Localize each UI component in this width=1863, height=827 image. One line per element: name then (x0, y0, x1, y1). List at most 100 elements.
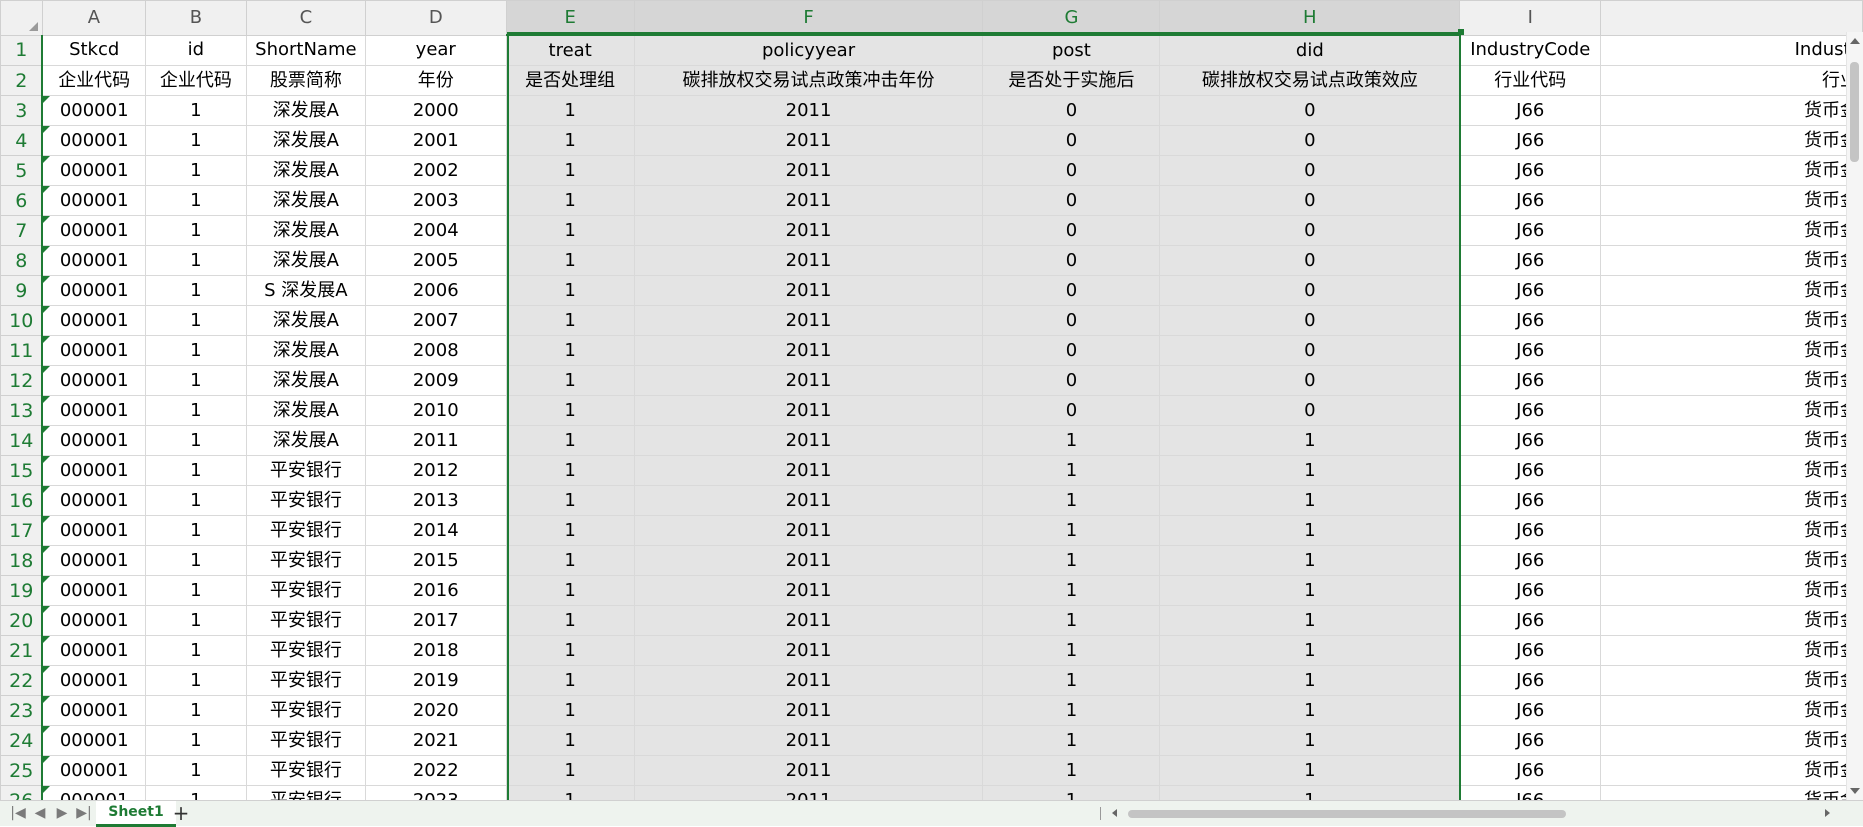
cell-c[interactable]: 深发展A (245, 335, 366, 366)
cell-d[interactable]: 2015 (364, 545, 507, 576)
cell-g[interactable]: 1 (982, 485, 1161, 516)
scroll-right-icon[interactable] (1825, 809, 1830, 817)
cell-a[interactable]: Stkcd (41, 34, 146, 66)
prev-sheet-icon[interactable]: ◀ (30, 801, 50, 826)
cell-d[interactable]: year (364, 34, 507, 66)
cell-a[interactable]: 000001 (41, 755, 146, 786)
cell-h[interactable]: 0 (1159, 395, 1461, 426)
cell-j[interactable]: 货币金 (1600, 275, 1863, 306)
cell-c[interactable]: 深发展A (245, 95, 366, 126)
cell-d[interactable]: 2003 (364, 185, 507, 216)
vertical-scroll-thumb[interactable] (1850, 62, 1859, 162)
cell-g[interactable]: 0 (982, 275, 1161, 306)
cell-g[interactable]: 0 (982, 95, 1161, 126)
scroll-down-icon[interactable] (1850, 788, 1860, 794)
cell-d[interactable]: 2011 (364, 425, 507, 456)
cell-j[interactable]: 货币金 (1600, 785, 1863, 800)
cell-c[interactable]: 深发展A (245, 155, 366, 186)
cell-c[interactable]: 平安银行 (245, 575, 366, 606)
cell-f[interactable]: 2011 (633, 755, 984, 786)
cell-e[interactable]: 1 (505, 185, 635, 216)
cell-g[interactable]: 0 (982, 305, 1161, 336)
cell-j[interactable]: 货币金 (1600, 455, 1863, 486)
cell-c[interactable]: 平安银行 (245, 635, 366, 666)
cell-f[interactable]: 2011 (633, 575, 984, 606)
cell-h[interactable]: 1 (1159, 785, 1461, 800)
cell-c[interactable]: 平安银行 (245, 455, 366, 486)
cell-f[interactable]: 2011 (633, 245, 984, 276)
cell-a[interactable]: 000001 (41, 215, 146, 246)
cell-f[interactable]: 2011 (633, 215, 984, 246)
row-header[interactable]: 16 (0, 485, 44, 516)
cell-i[interactable]: J66 (1459, 125, 1602, 156)
cell-j[interactable]: 货币金 (1600, 545, 1863, 576)
cell-d[interactable]: 2008 (364, 335, 507, 366)
cell-j[interactable]: 货币金 (1600, 215, 1863, 246)
cell-b[interactable]: 1 (144, 455, 247, 486)
cell-g[interactable]: 0 (982, 185, 1161, 216)
cell-d[interactable]: 2019 (364, 665, 507, 696)
cell-b[interactable]: 1 (144, 725, 247, 756)
cell-d[interactable]: 2000 (364, 95, 507, 126)
cell-e[interactable]: 1 (505, 305, 635, 336)
cell-c[interactable]: 平安银行 (245, 785, 366, 800)
cell-e[interactable]: 1 (505, 665, 635, 696)
cell-j[interactable]: 货币金 (1600, 485, 1863, 516)
cell-e[interactable]: 1 (505, 95, 635, 126)
cell-e[interactable]: 1 (505, 425, 635, 456)
row-header[interactable]: 7 (0, 215, 44, 246)
cell-f[interactable]: 2011 (633, 605, 984, 636)
cell-e[interactable]: 1 (505, 545, 635, 576)
column-header-f[interactable]: F (633, 0, 984, 36)
cell-a[interactable]: 000001 (41, 485, 146, 516)
cell-j[interactable]: 货币金 (1600, 365, 1863, 396)
last-sheet-icon[interactable]: ▶| (74, 801, 94, 826)
cell-i[interactable]: J66 (1459, 95, 1602, 126)
cell-d[interactable]: 2006 (364, 275, 507, 306)
cell-f[interactable]: 2011 (633, 695, 984, 726)
cell-g[interactable]: 1 (982, 695, 1161, 726)
cell-i[interactable]: J66 (1459, 695, 1602, 726)
cell-c[interactable]: 平安银行 (245, 605, 366, 636)
row-header[interactable]: 5 (0, 155, 44, 186)
cell-d[interactable]: 2010 (364, 395, 507, 426)
cell-h[interactable]: 0 (1159, 125, 1461, 156)
cell-a[interactable]: 000001 (41, 335, 146, 366)
cell-h[interactable]: 0 (1159, 335, 1461, 366)
row-header[interactable]: 2 (0, 65, 44, 96)
cell-e[interactable]: 1 (505, 785, 635, 800)
cell-c[interactable]: 平安银行 (245, 665, 366, 696)
cell-g[interactable]: 0 (982, 395, 1161, 426)
cell-h[interactable]: 1 (1159, 545, 1461, 576)
cell-b[interactable]: 1 (144, 305, 247, 336)
row-header[interactable]: 15 (0, 455, 44, 486)
cell-f[interactable]: 碳排放权交易试点政策冲击年份 (633, 65, 984, 96)
cell-i[interactable]: J66 (1459, 725, 1602, 756)
cell-f[interactable]: 2011 (633, 545, 984, 576)
cell-f[interactable]: 2011 (633, 155, 984, 186)
cell-b[interactable]: 1 (144, 245, 247, 276)
cell-b[interactable]: 1 (144, 425, 247, 456)
cell-i[interactable]: J66 (1459, 455, 1602, 486)
cell-c[interactable]: ShortName (245, 34, 366, 66)
cell-e[interactable]: 1 (505, 485, 635, 516)
cell-i[interactable]: J66 (1459, 155, 1602, 186)
cell-h[interactable]: 0 (1159, 245, 1461, 276)
cell-i[interactable]: J66 (1459, 305, 1602, 336)
cell-a[interactable]: 000001 (41, 305, 146, 336)
cell-h[interactable]: 1 (1159, 575, 1461, 606)
cell-d[interactable]: 2023 (364, 785, 507, 800)
cell-b[interactable]: 1 (144, 785, 247, 800)
cell-i[interactable]: J66 (1459, 605, 1602, 636)
cell-b[interactable]: 1 (144, 755, 247, 786)
cell-e[interactable]: 1 (505, 125, 635, 156)
row-header[interactable]: 9 (0, 275, 44, 306)
row-header[interactable]: 4 (0, 125, 44, 156)
cell-i[interactable]: J66 (1459, 785, 1602, 800)
cell-j[interactable]: 货币金 (1600, 725, 1863, 756)
cell-e[interactable]: 1 (505, 275, 635, 306)
cell-e[interactable]: 1 (505, 575, 635, 606)
cell-e[interactable]: 1 (505, 695, 635, 726)
cell-e[interactable]: 1 (505, 335, 635, 366)
cell-g[interactable]: 0 (982, 335, 1161, 366)
